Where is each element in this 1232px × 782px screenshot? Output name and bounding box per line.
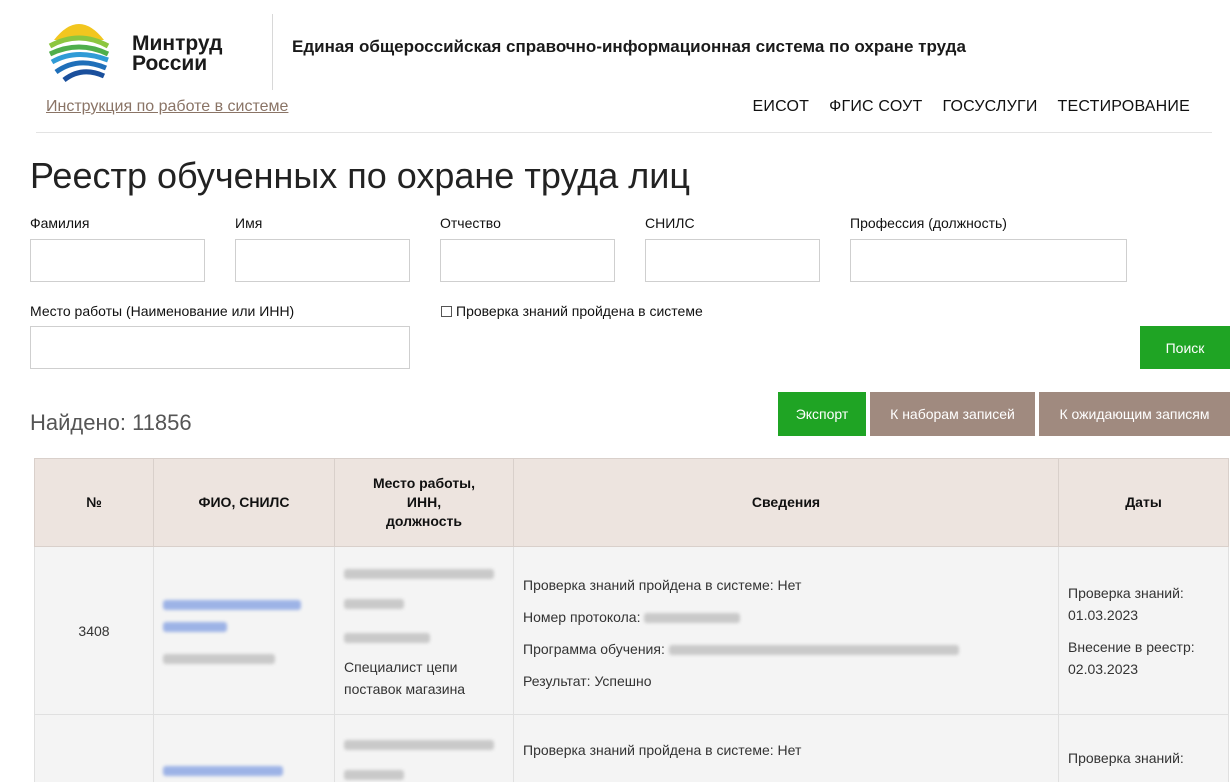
knowledge-check-filter[interactable]: Проверка знаний пройдена в системе: [441, 303, 703, 319]
snils-label: СНИЛС: [645, 215, 695, 231]
header-divider: [272, 14, 273, 90]
redacted-protocol: [644, 612, 741, 623]
first-name-input[interactable]: [235, 239, 410, 282]
date-registry-label: Внесение в реестр:: [1068, 638, 1195, 655]
redacted-snils: [163, 653, 275, 664]
nav-gosuslugi[interactable]: ГОСУСЛУГИ: [942, 98, 1037, 116]
date-check: 01.03.2023: [1068, 606, 1139, 623]
row-work: Специалист цепи поставок магазина: [334, 546, 514, 715]
redacted-employer: [344, 740, 494, 751]
header-fio: ФИО, СНИЛС: [153, 458, 335, 547]
row-fio: [153, 546, 335, 715]
info-check: Проверка знаний пройдена в системе: Нет: [523, 576, 802, 593]
brand-name: Минтруд России: [132, 32, 223, 75]
header-num: №: [34, 458, 154, 547]
redacted-inn: [344, 632, 430, 643]
header-work-line1: Место работы,: [372, 475, 476, 491]
header-work-line2: ИНН,: [406, 494, 442, 510]
info-result: Результат: Успешно: [523, 672, 652, 689]
info-program-line: Программа обучения:: [523, 638, 1049, 660]
redacted-name: [163, 599, 301, 610]
redacted-employer: [344, 770, 404, 781]
brand-line2: России: [132, 52, 208, 75]
export-button[interactable]: Экспорт: [778, 392, 866, 436]
system-title: Единая общероссийская справочно-информац…: [292, 37, 966, 56]
nav-eisot[interactable]: ЕИСОТ: [753, 98, 810, 116]
table-header-row: № ФИО, СНИЛС Место работы, ИНН, должност…: [34, 458, 1229, 547]
info-protocol-line: Номер протокола:: [523, 606, 1049, 628]
to-pending-button[interactable]: К ожидающим записям: [1039, 392, 1230, 436]
instruction-link[interactable]: Инструкция по работе в системе: [46, 98, 288, 116]
workplace-input[interactable]: [30, 326, 410, 369]
mintrud-logo-icon: [48, 24, 110, 82]
row-work: [334, 714, 514, 782]
profession-input[interactable]: [850, 239, 1127, 282]
info-program-label: Программа обучения:: [523, 640, 665, 657]
site-header: Минтруд России Единая общероссийская спр…: [0, 0, 1232, 134]
nav-testing[interactable]: ТЕСТИРОВАНИЕ: [1058, 98, 1190, 116]
row-num: [34, 714, 154, 782]
page-title: Реестр обученных по охране труда лиц: [30, 155, 691, 196]
row-info: Проверка знаний пройдена в системе: Нет …: [513, 546, 1059, 715]
redacted-program: [668, 644, 959, 655]
row-num: 3408: [34, 546, 154, 715]
header-work: Место работы, ИНН, должность: [334, 458, 514, 547]
workplace-label: Место работы (Наименование или ИНН): [30, 303, 295, 319]
knowledge-check-checkbox[interactable]: [441, 305, 452, 317]
header-work-line3: должность: [386, 513, 462, 529]
redacted-employer: [344, 568, 494, 579]
header-separator: [36, 132, 1212, 133]
date-registry: 02.03.2023: [1068, 660, 1139, 677]
table-row: Проверка знаний пройдена в системе: Нет …: [34, 714, 1229, 782]
row-dates: Проверка знаний: 01.03.2023 Внесение в р…: [1058, 546, 1229, 715]
snils-input[interactable]: [645, 239, 820, 282]
header-dates: Даты: [1058, 458, 1229, 547]
header-info: Сведения: [513, 458, 1059, 547]
info-check: Проверка знаний пройдена в системе: Нет: [523, 742, 802, 758]
redacted-name: [163, 621, 227, 632]
top-nav: ЕИСОТ ФГИС СОУТ ГОСУСЛУГИ ТЕСТИРОВАНИЕ: [753, 98, 1190, 116]
date-check-label: Проверка знаний:: [1068, 584, 1184, 601]
fio-link[interactable]: [163, 593, 325, 637]
profession-label: Профессия (должность): [850, 215, 1007, 231]
search-button[interactable]: Поиск: [1140, 326, 1230, 369]
knowledge-check-label: Проверка знаний пройдена в системе: [456, 303, 703, 319]
found-count: Найдено: 11856: [30, 410, 192, 435]
redacted-employer: [344, 598, 404, 609]
brand-line1: Минтруд: [132, 32, 223, 55]
last-name-label: Фамилия: [30, 215, 90, 231]
nav-fgis-sout[interactable]: ФГИС СОУТ: [829, 98, 922, 116]
row-fio: [153, 714, 335, 782]
first-name-label: Имя: [235, 215, 263, 231]
results-table: № ФИО, СНИЛС Место работы, ИНН, должност…: [34, 458, 1229, 782]
patronymic-label: Отчество: [440, 215, 501, 231]
patronymic-input[interactable]: [440, 239, 615, 282]
table-row: 3408 Специалист цепи поставок магазина П…: [34, 546, 1229, 715]
row-info: Проверка знаний пройдена в системе: Нет: [513, 714, 1059, 782]
date-check-label: Проверка знаний:: [1068, 750, 1184, 766]
info-protocol-label: Номер протокола:: [523, 608, 641, 625]
redacted-name: [163, 766, 283, 777]
to-sets-button[interactable]: К наборам записей: [870, 392, 1035, 436]
row-position: Специалист цепи поставок магазина: [344, 658, 466, 697]
row-dates: Проверка знаний:: [1058, 714, 1229, 782]
last-name-input[interactable]: [30, 239, 205, 282]
